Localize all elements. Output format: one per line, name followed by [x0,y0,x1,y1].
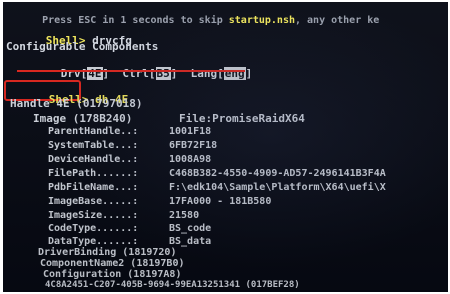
field-system-table-value: 6FB72F18 [169,140,218,151]
field-pdb-file-name-value: F:\edk104\Sample\Platform\X64\uefi\X [169,182,386,193]
protocol-guid: 4C8A2451-C207-405B-9694-99EA13251341 (01… [45,280,300,290]
field-device-handle-value: 1008A98 [169,154,212,165]
lang-value: eng [223,67,246,80]
drv-label: Drv[ [60,67,88,80]
field-image-base-value: 17FA000 - 181B580 [169,196,272,207]
field-image-base-label: ImageBase.....: [48,196,139,207]
ctrl-close: ] [170,67,178,80]
handle-line: Handle 4E (01797018) [10,97,143,110]
drv-value: 4E [87,67,103,80]
photo-frame: Press ESC in 1 seconds to skip startup.n… [0,0,450,294]
field-file-path-value: C468B382-4550-4909-AD57-2496141B3F4A [169,168,386,179]
lang-label: Lang[ [190,67,224,80]
field-system-table-label: SystemTable...: [48,140,139,151]
protocol-configuration: Configuration (18197A8) [43,269,182,280]
uefi-shell-screen[interactable]: Press ESC in 1 seconds to skip startup.n… [3,2,448,292]
field-data-type-label: DataType......: [48,236,139,247]
field-image-size-label: ImageSize.....: [48,210,139,221]
field-image-size-value: 21580 [169,210,200,221]
field-parent-handle-value: 1001F18 [169,126,212,137]
field-file-path-label: FilePath......: [48,168,139,179]
red-underline-annotation [17,70,245,72]
protocol-component-name2: ComponentName2 (18197B0) [40,258,185,269]
file-line: File:PromiseRaidX64 [179,112,305,125]
ctrl-label: Ctrl[ [122,67,156,80]
image-line: Image (178B240) [33,112,133,125]
ctrl-value: B5 [155,67,171,80]
lang-close: ] [245,67,253,80]
startup-script-name: startup.nsh [228,15,295,26]
drv-close: ] [102,67,110,80]
field-data-type-value: BS_data [169,236,212,247]
field-pdb-file-name-label: PdbFileName...: [48,182,139,193]
field-code-type-value: BS_code [169,223,212,234]
field-code-type-label: CodeType......: [48,223,139,234]
field-parent-handle-label: ParentHandle..: [48,126,139,137]
configurable-components-title: Configurable Components [6,40,159,53]
protocol-driver-binding: DriverBinding (1819720) [38,247,177,258]
countdown-suffix: , any other ke [295,15,380,26]
field-device-handle-label: DeviceHandle..: [48,154,139,165]
